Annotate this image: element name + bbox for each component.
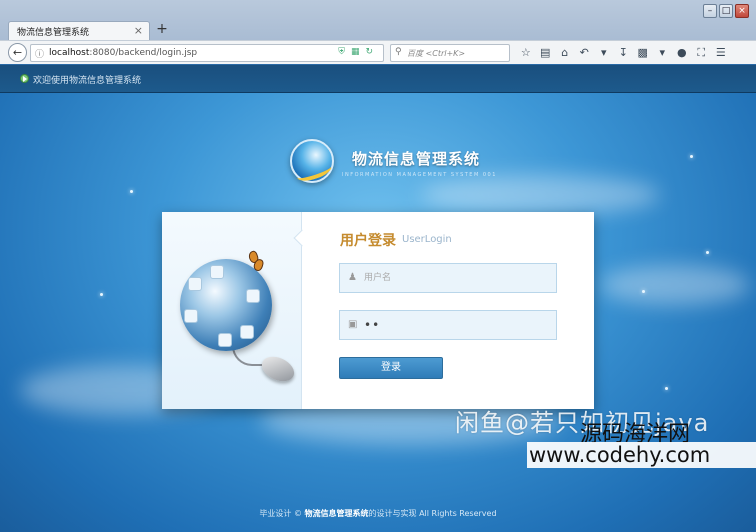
lock-icon: ▣	[348, 319, 358, 330]
sparkle-decoration	[130, 190, 133, 193]
extension-icon[interactable]: ▩	[633, 45, 653, 61]
play-icon	[20, 74, 29, 83]
new-tab-button[interactable]: +	[155, 21, 169, 37]
card-illustration-panel	[162, 212, 302, 409]
close-window-button[interactable]: ×	[735, 4, 749, 18]
page-footer: 毕业设计 © 物流信息管理系统的设计与实现 All Rights Reserve…	[0, 495, 756, 532]
login-title: 用户登录	[340, 233, 396, 249]
tab-strip: 物流信息管理系统 × + – □ ×	[0, 0, 756, 40]
home-icon[interactable]: ⌂	[555, 45, 575, 61]
puzzle-piece	[246, 289, 260, 303]
dropdown-icon[interactable]: ▾	[653, 45, 673, 61]
puzzle-piece	[184, 309, 198, 323]
puzzle-piece	[210, 265, 224, 279]
maximize-button[interactable]: □	[719, 4, 733, 18]
footer-text: 毕业设计 © 物流信息管理系统的设计与实现 All Rights Reserve…	[259, 509, 497, 518]
tab-title: 物流信息管理系统	[17, 28, 90, 38]
cloud-decoration	[600, 265, 750, 305]
undo-icon[interactable]: ↶	[575, 45, 595, 61]
puzzle-piece	[218, 333, 232, 347]
sparkle-decoration	[665, 387, 668, 390]
butterfly-icon	[247, 249, 265, 273]
back-button[interactable]: ←	[8, 43, 27, 62]
sparkle-decoration	[690, 155, 693, 158]
minimize-button[interactable]: –	[703, 4, 717, 18]
password-input[interactable]: ••	[364, 318, 380, 332]
user-icon: ♟	[348, 272, 357, 283]
info-icon[interactable]: ⓘ	[35, 47, 44, 60]
cloud-decoration	[420, 175, 660, 215]
url-text: localhost:8080/backend/login.jsp	[49, 48, 198, 58]
browser-tab[interactable]: 物流信息管理系统 ×	[8, 21, 150, 40]
password-field[interactable]: ▣ ••	[339, 310, 557, 340]
shield-icon[interactable]: ⛨▦↻	[338, 47, 379, 57]
browser-chrome: 物流信息管理系统 × + – □ × ← ⓘ localhost:8080/ba…	[0, 0, 756, 64]
download-icon[interactable]: ↧	[614, 45, 634, 61]
address-bar[interactable]: ⓘ localhost:8080/backend/login.jsp ⛨▦↻	[30, 44, 384, 62]
navigation-bar: ← ⓘ localhost:8080/backend/login.jsp ⛨▦↻…	[0, 40, 756, 64]
bookmark-star-icon[interactable]: ☆	[516, 45, 536, 61]
tab-close-icon[interactable]: ×	[134, 24, 143, 37]
sparkle-decoration	[706, 251, 709, 254]
login-title-en: UserLogin	[402, 234, 452, 245]
puzzle-piece	[188, 277, 202, 291]
username-input[interactable]	[364, 264, 552, 292]
menu-icon[interactable]: ☰	[711, 45, 731, 61]
search-placeholder: 百度 <Ctrl+K>	[407, 49, 466, 58]
search-icon: ⚲	[395, 47, 402, 57]
login-card: 用户登录 UserLogin ♟ ▣ •• 登录	[162, 212, 594, 409]
welcome-text: 欢迎使用物流信息管理系统	[33, 76, 142, 86]
system-title: 物流信息管理系统	[352, 150, 481, 168]
puzzle-piece	[240, 325, 254, 339]
welcome-bar: 欢迎使用物流信息管理系统	[0, 65, 756, 93]
dropdown-icon[interactable]: ▾	[594, 45, 614, 61]
crop-icon[interactable]: ⛶	[692, 45, 712, 61]
username-field[interactable]: ♟	[339, 263, 557, 293]
system-subtitle: INFORMATION MANAGEMENT SYSTEM 001	[342, 172, 497, 178]
sparkle-decoration	[642, 290, 645, 293]
toolbar-icons: ☆ ▤ ⌂ ↶ ▾ ↧ ▩ ▾ ● ⛶ ☰	[516, 45, 731, 61]
login-button[interactable]: 登录	[339, 357, 443, 379]
sparkle-decoration	[100, 293, 103, 296]
reading-list-icon[interactable]: ▤	[536, 45, 556, 61]
search-bar[interactable]: ⚲ 百度 <Ctrl+K>	[390, 44, 510, 62]
watermark-site-url: www.codehy.com	[527, 442, 756, 468]
chat-icon[interactable]: ●	[672, 45, 692, 61]
